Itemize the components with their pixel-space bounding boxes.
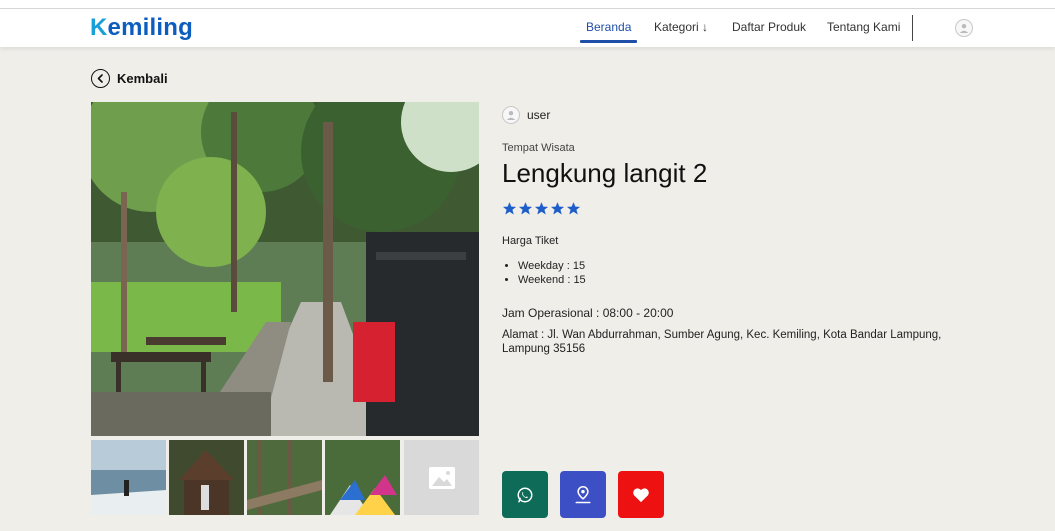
- price-label: Harga Tiket: [502, 235, 559, 247]
- star-icon: [566, 202, 581, 215]
- listing-title: Lengkung langit 2: [502, 158, 708, 188]
- nav-active-indicator: [580, 40, 637, 43]
- listing-user[interactable]: user: [502, 106, 550, 124]
- nav-divider: [912, 15, 913, 41]
- main-photo[interactable]: [91, 102, 479, 436]
- navbar: Kemiling Beranda Kategori ↓ Daftar Produ…: [0, 9, 1055, 47]
- star-icon: [550, 202, 565, 215]
- user-icon: [506, 111, 516, 120]
- profile-avatar[interactable]: [955, 19, 973, 37]
- map-pin-icon: [575, 485, 591, 503]
- nav-kategori[interactable]: Kategori ↓: [654, 20, 708, 34]
- listing-category: Tempat Wisata: [502, 142, 575, 154]
- whatsapp-icon: [517, 486, 533, 503]
- location-button[interactable]: [560, 471, 606, 518]
- back-button[interactable]: Kembali: [91, 69, 168, 88]
- favorite-button[interactable]: [618, 471, 664, 518]
- window-top-strip: [0, 0, 1055, 9]
- thumbnail-placeholder[interactable]: [404, 440, 479, 515]
- star-icon: [502, 202, 517, 215]
- price-weekday: Weekday : 15: [518, 259, 586, 273]
- back-label: Kembali: [117, 71, 168, 86]
- thumbnail-1[interactable]: [91, 440, 166, 515]
- nav-beranda[interactable]: Beranda: [586, 20, 631, 34]
- thumbnail-4-image: [325, 440, 400, 515]
- address: Alamat : Jl. Wan Abdurrahman, Sumber Agu…: [502, 329, 942, 355]
- thumbnail-3-image: [247, 440, 322, 515]
- nav-tentang-kami[interactable]: Tentang Kami: [827, 20, 900, 34]
- thumbnail-3[interactable]: [247, 440, 322, 515]
- brand-initial: K: [90, 14, 108, 41]
- nav-daftar-produk[interactable]: Daftar Produk: [732, 20, 806, 34]
- main-photo-image: [91, 102, 479, 436]
- whatsapp-button[interactable]: [502, 471, 548, 518]
- thumbnail-4[interactable]: [325, 440, 400, 515]
- heart-icon: [633, 487, 649, 502]
- user-name: user: [527, 108, 551, 122]
- back-arrow-icon: [91, 69, 110, 88]
- price-weekend: Weekend : 15: [518, 273, 586, 287]
- star-icon: [534, 202, 549, 215]
- operating-hours: Jam Operasional : 08:00 - 20:00: [502, 306, 674, 320]
- user-icon: [959, 24, 969, 33]
- user-avatar: [502, 106, 520, 124]
- thumbnail-2[interactable]: [169, 440, 244, 515]
- thumbnail-1-image: [91, 440, 166, 515]
- thumbnail-2-image: [169, 440, 244, 515]
- rating-stars: [502, 201, 581, 216]
- price-list: Weekday : 15 Weekend : 15: [518, 259, 586, 287]
- brand-logo[interactable]: Kemiling: [90, 14, 193, 42]
- image-placeholder-icon: [428, 466, 455, 489]
- brand-name: emiling: [107, 14, 193, 41]
- star-icon: [518, 202, 533, 215]
